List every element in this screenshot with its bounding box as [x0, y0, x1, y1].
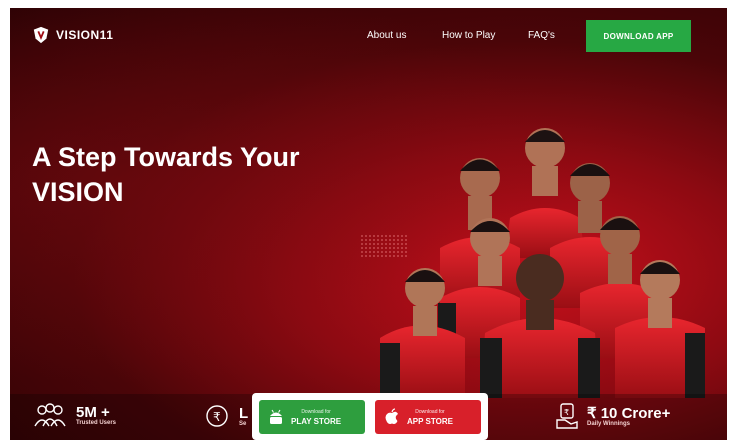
stat-users-value: 5M +: [76, 403, 110, 421]
nav-how-to-play[interactable]: How to Play: [442, 30, 495, 41]
download-app-button[interactable]: DOWNLOAD APP: [586, 20, 691, 52]
stat-users-label: Trusted Users: [76, 419, 117, 426]
nav-faqs[interactable]: FAQ's: [528, 30, 555, 41]
shield-logo-icon: [33, 26, 49, 44]
money-hand-icon: ₹: [556, 403, 578, 429]
users-icon: [34, 403, 66, 427]
android-icon: [270, 409, 282, 424]
brand-name: VISION11: [56, 28, 114, 42]
nav-about-us[interactable]: About us: [367, 30, 406, 41]
stat-second: ₹ L Se: [205, 403, 248, 429]
headline-line-1: A Step Towards Your: [32, 142, 300, 172]
stat-daily-winnings: ₹ ₹ 10 Crore+ Daily Winnings: [555, 402, 670, 430]
rupee-coin-icon: ₹: [206, 405, 228, 427]
store-buttons-panel: Download for PLAY STORE Download for APP…: [252, 393, 488, 440]
stat-second-value: L: [239, 404, 249, 422]
team-players-image: [380, 128, 705, 398]
headline-line-2: VISION: [32, 177, 124, 207]
svg-text:₹: ₹: [564, 408, 569, 417]
app-store-label: APP STORE: [407, 416, 453, 426]
hero-headline: A Step Towards Your VISION: [32, 140, 372, 210]
app-store-button[interactable]: Download for APP STORE: [375, 400, 481, 434]
stat-trusted-users: 5M + Trusted Users: [32, 402, 116, 428]
top-navigation: VISION11 About us How to Play FAQ's DOWN…: [10, 8, 727, 66]
play-store-label: PLAY STORE: [291, 416, 342, 426]
play-store-small-text: Download for: [301, 408, 331, 415]
apple-icon: [385, 408, 398, 424]
app-store-small-text: Download for: [415, 408, 445, 415]
svg-text:₹: ₹: [213, 410, 221, 424]
brand-logo[interactable]: VISION11: [32, 26, 113, 44]
play-store-button[interactable]: Download for PLAY STORE: [259, 400, 365, 434]
stat-winnings-value: ₹ 10 Crore+: [587, 404, 671, 422]
hero-frame: VISION11 About us How to Play FAQ's DOWN…: [10, 8, 727, 440]
